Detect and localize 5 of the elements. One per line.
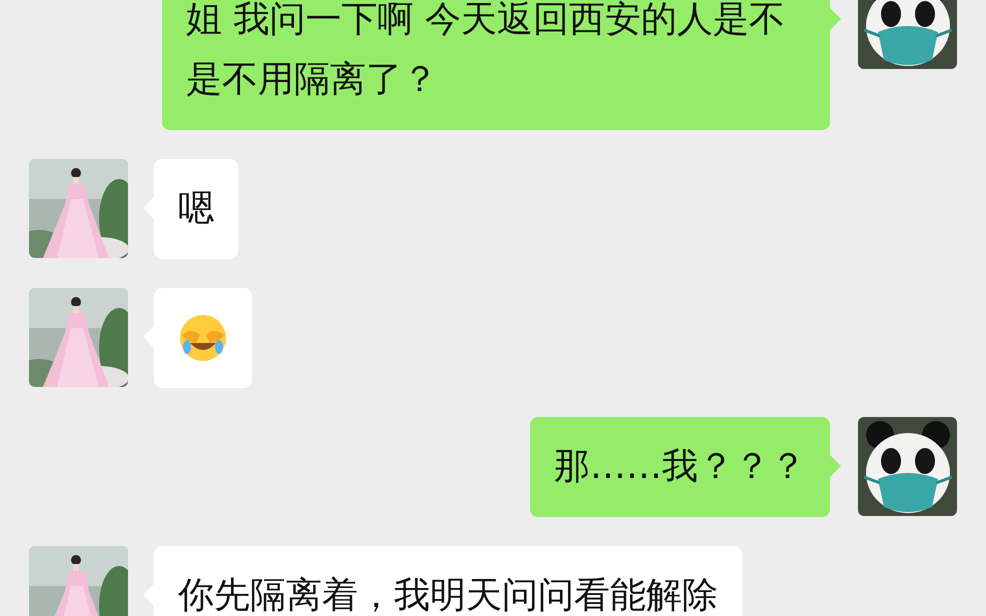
message-bubble: 那……我？？？	[530, 417, 830, 517]
message-bubble: 你先隔离着，我明天问问看能解除	[154, 546, 742, 616]
face-emoji-icon	[178, 313, 228, 363]
message-bubble: 姐 我问一下啊 今天返回西安的人是不是不用隔离了？	[162, 0, 830, 130]
message-bubble: 嗯	[154, 159, 238, 259]
